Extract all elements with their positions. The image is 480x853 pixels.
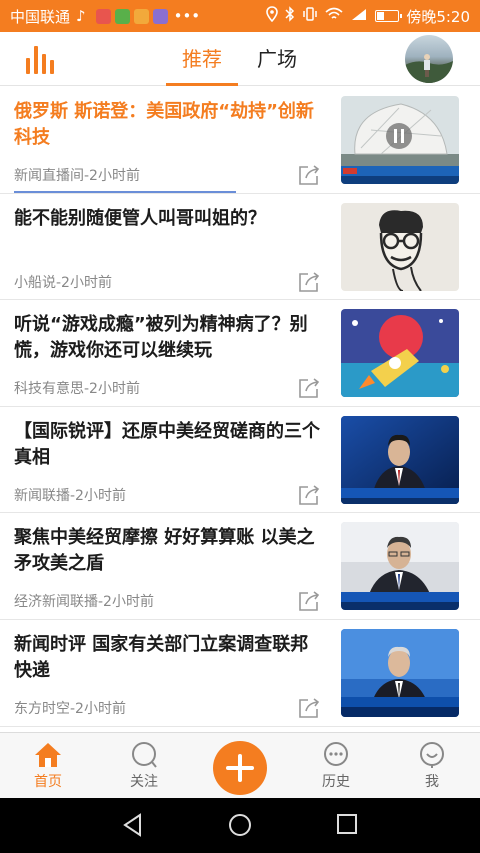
- item-source-time: 东方时空-2小时前: [14, 700, 126, 717]
- nav-label: 首页: [34, 774, 62, 790]
- nav-history[interactable]: 历史: [306, 733, 366, 799]
- nav-profile[interactable]: 我: [402, 733, 462, 799]
- add-post-button[interactable]: [213, 741, 267, 795]
- tab-square[interactable]: 广场: [257, 32, 297, 86]
- more-notifications-icon: •••: [173, 7, 201, 25]
- history-icon: [322, 741, 350, 769]
- status-bar: 中国联通 ♪ ••• 傍晚5:20: [0, 0, 480, 32]
- item-title[interactable]: 能不能别随便管人叫哥叫姐的？: [14, 206, 326, 232]
- nav-label: 关注: [130, 774, 158, 790]
- video-thumbnail[interactable]: [341, 628, 459, 717]
- video-thumbnail[interactable]: [341, 415, 459, 504]
- avatar[interactable]: [405, 35, 453, 83]
- feed-item[interactable]: 能不能别随便管人叫哥叫姐的？ 小船说-2小时前: [0, 194, 480, 301]
- feed-item[interactable]: 新闻时评 国家有关部门立案调查联邦快递 东方时空-2小时前: [0, 620, 480, 727]
- music-icon: ♪: [76, 7, 86, 25]
- share-icon[interactable]: [298, 271, 320, 293]
- share-icon[interactable]: [298, 697, 320, 719]
- item-title[interactable]: 【国际锐评】还原中美经贸磋商的三个真相: [14, 419, 326, 471]
- feed-item[interactable]: 聚焦中美经贸摩擦 好好算算账 以美之矛攻美之盾 经济新闻联播-2小时前: [0, 513, 480, 620]
- article-thumbnail[interactable]: [341, 202, 459, 291]
- home-icon: [34, 741, 62, 769]
- app-logo-icon[interactable]: [26, 44, 60, 74]
- back-icon[interactable]: [122, 813, 144, 837]
- location-icon: [266, 6, 279, 26]
- profile-icon: [418, 741, 446, 769]
- nav-label: 历史: [322, 774, 350, 790]
- nav-label: 我: [425, 774, 439, 790]
- bottom-nav: 首页 关注 历史 我: [0, 732, 480, 798]
- nav-follow[interactable]: 关注: [114, 733, 174, 799]
- item-source-time: 新闻联播-2小时前: [14, 487, 126, 504]
- signal-icon: [350, 7, 368, 25]
- item-title[interactable]: 听说“游戏成瘾”被列为精神病了？别慌，游戏你还可以继续玩: [14, 312, 326, 364]
- nav-home[interactable]: 首页: [18, 733, 78, 799]
- carrier-label: 中国联通: [10, 7, 71, 26]
- share-icon[interactable]: [298, 484, 320, 506]
- recent-apps-icon[interactable]: [336, 813, 358, 835]
- article-thumbnail[interactable]: [341, 309, 459, 398]
- share-icon[interactable]: [298, 377, 320, 399]
- share-icon[interactable]: [298, 164, 320, 186]
- feed-item[interactable]: 俄罗斯 斯诺登：美国政府“劫持”创新科技 新闻直播间-2小时前: [0, 87, 480, 194]
- app-notification-icon: [95, 8, 111, 24]
- item-title[interactable]: 俄罗斯 斯诺登：美国政府“劫持”创新科技: [14, 99, 326, 151]
- item-title[interactable]: 聚焦中美经贸摩擦 好好算算账 以美之矛攻美之盾: [14, 525, 326, 577]
- item-source-time: 科技有意思-2小时前: [14, 381, 140, 398]
- item-title[interactable]: 新闻时评 国家有关部门立案调查联邦快递: [14, 632, 326, 684]
- item-source-time: 新闻直播间-2小时前: [14, 168, 140, 184]
- video-thumbnail[interactable]: [341, 96, 459, 184]
- news-feed: 俄罗斯 斯诺登：美国政府“劫持”创新科技 新闻直播间-2小时前 能不能别随便管人…: [0, 87, 480, 727]
- app-notification-icon: [133, 8, 149, 24]
- bluetooth-icon: [285, 6, 295, 26]
- clock: 傍晚5:20: [406, 7, 470, 26]
- system-nav-bar: [0, 798, 480, 853]
- notification-app-icons: [95, 8, 168, 24]
- battery-icon: [375, 10, 403, 22]
- app-notification-icon: [152, 8, 168, 24]
- vibrate-icon: [302, 7, 318, 25]
- wifi-icon: [325, 7, 343, 25]
- home-button-icon[interactable]: [228, 813, 252, 837]
- feed-item[interactable]: 听说“游戏成瘾”被列为精神病了？别慌，游戏你还可以继续玩 科技有意思-2小时前: [0, 300, 480, 407]
- app-notification-icon: [114, 8, 130, 24]
- video-thumbnail[interactable]: [341, 522, 459, 611]
- app-header: 推荐 广场: [0, 32, 480, 86]
- item-source-time: 小船说-2小时前: [14, 274, 112, 291]
- feed-item[interactable]: 【国际锐评】还原中美经贸磋商的三个真相 新闻联播-2小时前: [0, 407, 480, 514]
- tab-recommend[interactable]: 推荐: [166, 32, 238, 86]
- item-source-time: 经济新闻联播-2小时前: [14, 594, 154, 611]
- follow-icon: [130, 741, 158, 769]
- share-icon[interactable]: [298, 590, 320, 612]
